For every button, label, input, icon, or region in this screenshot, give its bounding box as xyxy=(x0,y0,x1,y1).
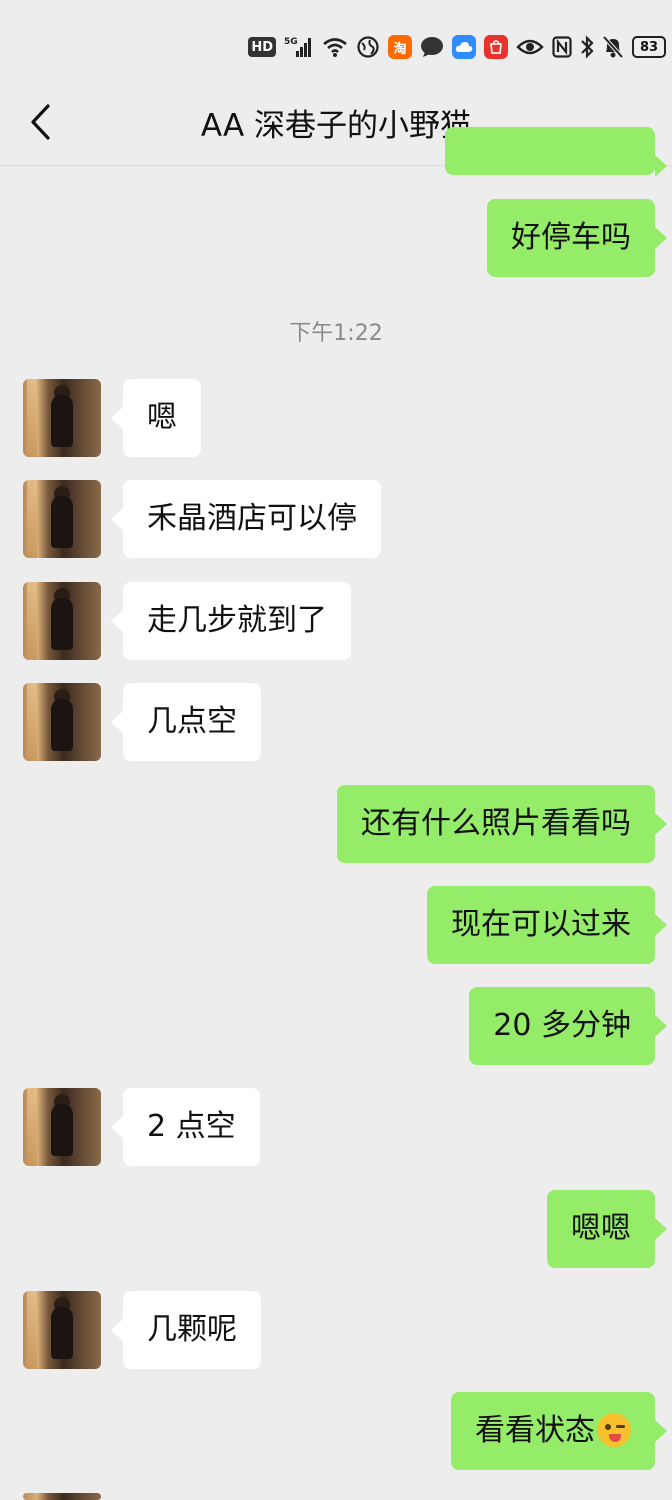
mute-bell-icon xyxy=(602,35,624,59)
message-bubble-incoming[interactable]: 几颗呢 xyxy=(111,1291,261,1369)
nfc-icon xyxy=(552,35,572,59)
bluetooth-icon xyxy=(580,35,594,59)
message-bubble-outgoing[interactable]: 嗯嗯 xyxy=(547,1190,667,1268)
message-text: 看看状态 xyxy=(475,1413,595,1448)
message-bubble-outgoing[interactable]: 好停车吗 xyxy=(487,199,667,277)
message-bubble-incoming[interactable]: 2 点空 xyxy=(111,1088,260,1166)
wifi-icon xyxy=(322,35,348,59)
message-bubble-outgoing[interactable]: 还有什么照片看看吗 xyxy=(337,785,667,863)
message-bubble-incoming[interactable]: 几点空 xyxy=(111,683,261,761)
message-bubble-outgoing[interactable]: 现在可以过来 xyxy=(427,886,667,964)
contact-avatar[interactable] xyxy=(23,683,101,761)
message-bubble-incoming[interactable]: 走几步就到了 xyxy=(111,582,351,660)
signal-label: 5G xyxy=(284,37,298,47)
status-bar: HD 5G 淘 83 xyxy=(0,0,672,90)
taobao-app-icon: 淘 xyxy=(388,35,412,59)
message-bubble-incoming[interactable]: 禾晶酒店可以停 xyxy=(111,480,381,558)
contact-avatar[interactable] xyxy=(23,480,101,558)
contact-avatar[interactable] xyxy=(23,582,101,660)
winking-tongue-emoji-icon xyxy=(597,1412,631,1447)
hd-icon: HD xyxy=(248,37,276,57)
contact-avatar[interactable] xyxy=(23,1088,101,1166)
vpn-globe-icon xyxy=(356,35,380,59)
eye-icon xyxy=(516,35,544,59)
chat-message-list[interactable]: 好停车吗 下午1:22 嗯 禾晶酒店可以停 走几步就到了 几点空 还有什么照片看… xyxy=(0,127,672,1500)
shop-app-icon xyxy=(484,35,508,59)
contact-avatar[interactable] xyxy=(23,1291,101,1369)
message-bubble-icon xyxy=(420,35,444,59)
signal-5g-icon: 5G xyxy=(284,35,314,59)
battery-icon: 83 xyxy=(632,36,666,58)
message-bubble-outgoing[interactable]: 20 多分钟 xyxy=(469,987,667,1065)
contact-avatar[interactable] xyxy=(23,379,101,457)
cloud-app-icon xyxy=(452,35,476,59)
message-timestamp: 下午1:22 xyxy=(289,321,383,346)
status-icons: HD 5G 淘 83 xyxy=(248,30,672,64)
message-bubble-partial xyxy=(445,127,667,177)
message-bubble-outgoing-with-emoji[interactable]: 看看状态 xyxy=(451,1392,667,1470)
message-bubble-incoming[interactable]: 嗯 xyxy=(111,379,201,457)
contact-avatar-partial xyxy=(23,1493,101,1500)
